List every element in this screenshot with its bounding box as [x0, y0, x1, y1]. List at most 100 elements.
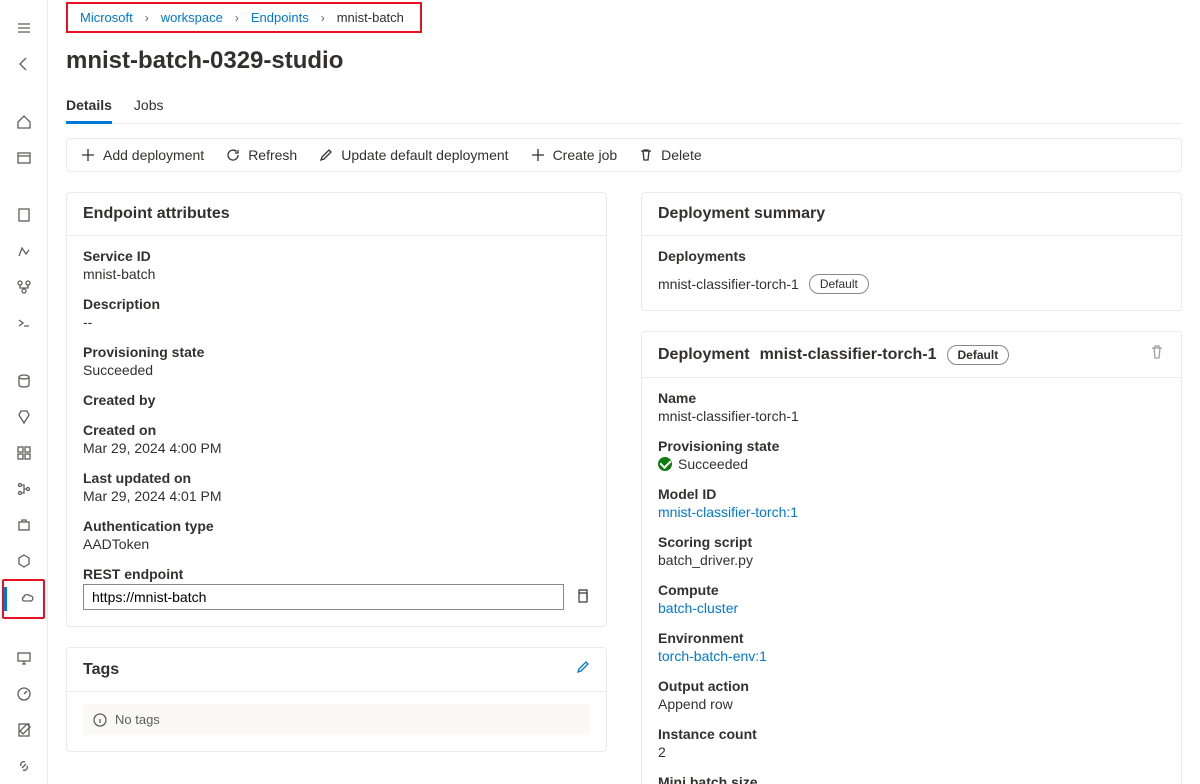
nav-datalabeling-icon[interactable]	[0, 712, 48, 748]
nav-environments-icon[interactable]	[0, 507, 48, 543]
default-badge: Default	[947, 345, 1010, 365]
refresh-icon	[226, 148, 240, 162]
attr-value: mnist-batch	[83, 266, 590, 282]
copy-button[interactable]	[574, 588, 590, 607]
attr-label: Model ID	[658, 486, 1165, 502]
breadcrumb: Microsoft › workspace › Endpoints › mnis…	[66, 2, 422, 33]
edit-icon	[576, 660, 590, 674]
plus-icon	[531, 148, 545, 162]
tags-card: Tags No tags	[66, 647, 607, 752]
attr-value: mnist-classifier-torch-1	[658, 408, 1165, 424]
info-icon	[93, 713, 107, 727]
nav-menu-icon[interactable]	[0, 10, 48, 46]
edit-icon	[319, 148, 333, 162]
chevron-right-icon: ›	[145, 11, 149, 25]
attr-value: AADToken	[83, 536, 590, 552]
nav-monitoring-icon[interactable]	[0, 676, 48, 712]
check-icon	[658, 457, 672, 471]
trash-icon	[1149, 344, 1165, 360]
attr-label: REST endpoint	[83, 566, 590, 582]
attr-label: Service ID	[83, 248, 590, 264]
nav-notebooks-icon[interactable]	[0, 198, 48, 234]
nav-automl-icon[interactable]	[0, 233, 48, 269]
rest-endpoint-input[interactable]	[83, 584, 564, 610]
nav-pipelines-icon[interactable]	[0, 471, 48, 507]
tab-details[interactable]: Details	[66, 91, 112, 124]
nav-back-icon[interactable]	[0, 46, 48, 82]
breadcrumb-link[interactable]: Microsoft	[74, 8, 139, 27]
nav-linked-icon[interactable]	[0, 748, 48, 784]
nav-home-icon[interactable]	[0, 104, 48, 140]
attr-value: batch_driver.py	[658, 552, 1165, 568]
plus-icon	[81, 148, 95, 162]
nav-compute-icon[interactable]	[0, 640, 48, 676]
chevron-right-icon: ›	[235, 11, 239, 25]
environment-link[interactable]: torch-batch-env:1	[658, 648, 1165, 664]
tab-jobs[interactable]: Jobs	[134, 91, 164, 123]
add-deployment-button[interactable]: Add deployment	[81, 147, 204, 163]
card-header: Deployment summary	[642, 193, 1181, 236]
nav-data-icon[interactable]	[0, 363, 48, 399]
attr-label: Output action	[658, 678, 1165, 694]
nav-jobs-icon[interactable]	[0, 399, 48, 435]
trash-icon	[639, 148, 653, 162]
breadcrumb-link[interactable]: workspace	[155, 8, 229, 27]
toolbar: Add deployment Refresh Update default de…	[66, 138, 1182, 172]
nav-components-icon[interactable]	[0, 435, 48, 471]
left-nav-rail	[0, 0, 48, 784]
deployment-summary-card: Deployment summary Deployments mnist-cla…	[641, 192, 1182, 311]
deployment-name: mnist-classifier-torch-1	[658, 276, 799, 292]
delete-deployment-button[interactable]	[1149, 344, 1165, 365]
delete-label: Delete	[661, 147, 701, 163]
delete-button[interactable]: Delete	[639, 147, 701, 163]
create-job-button[interactable]: Create job	[531, 147, 618, 163]
no-tags-message: No tags	[83, 704, 590, 735]
add-deployment-label: Add deployment	[103, 147, 204, 163]
attr-value: --	[83, 314, 590, 330]
nav-prompt-icon[interactable]	[0, 305, 48, 341]
attr-label: Name	[658, 390, 1165, 406]
card-header: Tags	[83, 661, 119, 679]
edit-tags-button[interactable]	[576, 660, 590, 679]
update-default-label: Update default deployment	[341, 147, 508, 163]
breadcrumb-current: mnist-batch	[331, 8, 410, 27]
attr-label: Compute	[658, 582, 1165, 598]
breadcrumb-link[interactable]: Endpoints	[245, 8, 315, 27]
create-job-label: Create job	[553, 147, 618, 163]
attr-label: Created on	[83, 422, 590, 438]
card-header: Endpoint attributes	[67, 193, 606, 236]
deployments-subheader: Deployments	[658, 248, 1165, 264]
copy-icon	[574, 588, 590, 604]
deployment-header-name: mnist-classifier-torch-1	[760, 346, 937, 364]
nav-endpoints-icon[interactable]	[4, 581, 52, 617]
nav-catalog-icon[interactable]	[0, 140, 48, 176]
no-tags-text: No tags	[115, 712, 160, 727]
main-content: Microsoft › workspace › Endpoints › mnis…	[48, 0, 1200, 784]
chevron-right-icon: ›	[321, 11, 325, 25]
attr-value: Mar 29, 2024 4:01 PM	[83, 488, 590, 504]
attr-label: Scoring script	[658, 534, 1165, 550]
deployment-header-prefix: Deployment	[658, 346, 750, 364]
attr-label: Instance count	[658, 726, 1165, 742]
attr-value: Succeeded	[658, 456, 1165, 472]
refresh-label: Refresh	[248, 147, 297, 163]
nav-designer-icon[interactable]	[0, 269, 48, 305]
update-default-button[interactable]: Update default deployment	[319, 147, 508, 163]
attr-label: Description	[83, 296, 590, 312]
attr-label: Provisioning state	[83, 344, 590, 360]
endpoint-attributes-card: Endpoint attributes Service ID mnist-batc…	[66, 192, 607, 627]
attr-value: Succeeded	[83, 362, 590, 378]
attr-label: Mini batch size	[658, 774, 1165, 784]
attr-value: 2	[658, 744, 1165, 760]
compute-link[interactable]: batch-cluster	[658, 600, 1165, 616]
nav-models-icon[interactable]	[0, 543, 48, 579]
attr-value: Append row	[658, 696, 1165, 712]
page-title: mnist-batch-0329-studio	[66, 47, 1182, 75]
attr-label: Created by	[83, 392, 590, 408]
model-id-link[interactable]: mnist-classifier-torch:1	[658, 504, 1165, 520]
attr-label: Environment	[658, 630, 1165, 646]
attr-value: Mar 29, 2024 4:00 PM	[83, 440, 590, 456]
refresh-button[interactable]: Refresh	[226, 147, 297, 163]
default-badge: Default	[809, 274, 869, 294]
attr-label: Last updated on	[83, 470, 590, 486]
